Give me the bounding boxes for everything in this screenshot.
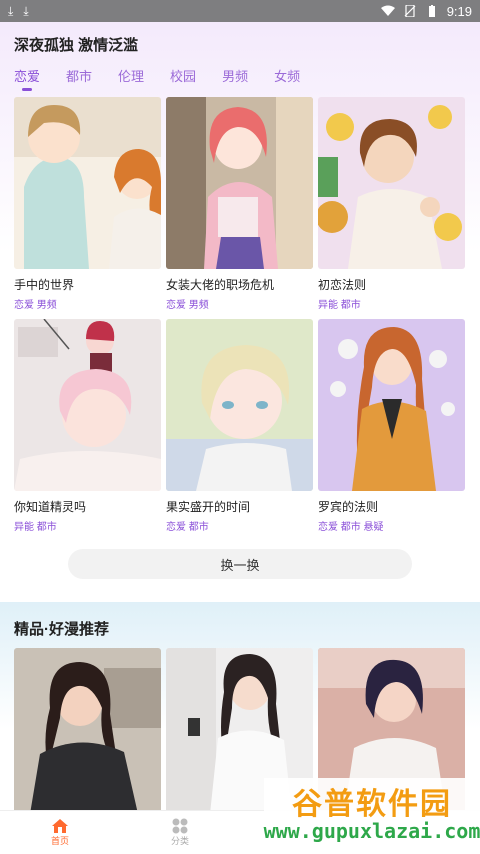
comic-title: 手中的世界 [14, 278, 75, 292]
watermark: 谷普软件园 www.gupuxlazai.com [264, 778, 480, 854]
comic-tags: 恋爱 都市 [166, 522, 209, 533]
comic-title: 初恋法则 [318, 278, 367, 292]
swap-button[interactable]: 换一换 [68, 549, 412, 579]
comic-cover[interactable] [318, 97, 465, 269]
status-bar: ⤓ ⤓ 9:19 [0, 0, 480, 22]
recommended-cover[interactable] [14, 648, 161, 814]
comic-card[interactable]: 罗宾的法则 恋爱 都市 悬疑 [318, 319, 465, 533]
comic-card[interactable]: 手中的世界 恋爱 男频 [14, 97, 161, 311]
comic-cover[interactable] [318, 319, 465, 491]
recommended-title: 精品·好漫推荐 [14, 621, 109, 638]
comic-title: 你知道精灵吗 [14, 500, 87, 514]
tab-urban[interactable]: 都市 [66, 66, 92, 91]
watermark-logo: 谷普软件园 [292, 788, 452, 821]
watermark-url: www.gupuxlazai.com [263, 819, 480, 843]
tab-campus[interactable]: 校园 [170, 66, 196, 91]
comic-cover[interactable] [14, 319, 161, 491]
genre-tabs: 恋爱 都市 伦理 校园 男频 女频 [14, 66, 300, 91]
comic-card[interactable]: 女装大佬的职场危机 恋爱 男频 [166, 97, 313, 311]
no-sim-icon [404, 5, 416, 17]
comic-title: 女装大佬的职场危机 [166, 278, 275, 292]
comic-tags: 恋爱 男频 [14, 300, 57, 311]
tab-male[interactable]: 男频 [222, 66, 248, 91]
comic-tags: 异能 都市 [14, 522, 57, 533]
nav-category[interactable]: 分类 [120, 811, 240, 854]
comic-grid: 手中的世界 恋爱 男频 女装大佬的职场危机 恋爱 男频 初恋法则 异能 都市 你… [14, 97, 466, 533]
battery-icon [428, 5, 435, 17]
download-icon: ⤓ [23, 4, 29, 18]
status-time: 9:19 [446, 3, 472, 19]
wifi-icon [380, 5, 395, 16]
comic-title: 果实盛开的时间 [166, 500, 251, 514]
tab-romance[interactable]: 恋爱 [14, 66, 40, 91]
comic-card[interactable]: 初恋法则 异能 都市 [318, 97, 465, 311]
nav-category-label: 分类 [170, 836, 189, 846]
comic-cover[interactable] [14, 97, 161, 269]
comic-title: 罗宾的法则 [318, 500, 379, 514]
comic-tags: 恋爱 都市 悬疑 [318, 522, 384, 533]
comic-cover[interactable] [166, 97, 313, 269]
comic-tags: 恋爱 男频 [166, 300, 209, 311]
category-icon [172, 818, 188, 834]
home-icon [52, 819, 68, 833]
section-headline: 深夜孤独 激情泛滥 [14, 37, 139, 54]
comic-cover[interactable] [166, 319, 313, 491]
download-icon: ⤓ [8, 4, 14, 18]
comic-card[interactable]: 果实盛开的时间 恋爱 都市 [166, 319, 313, 533]
tab-female[interactable]: 女频 [274, 66, 300, 91]
tab-ethics[interactable]: 伦理 [118, 66, 144, 91]
comic-card[interactable]: 你知道精灵吗 异能 都市 [14, 319, 161, 533]
nav-home[interactable]: 首页 [0, 811, 120, 854]
comic-tags: 异能 都市 [318, 300, 361, 311]
nav-home-label: 首页 [50, 836, 69, 846]
